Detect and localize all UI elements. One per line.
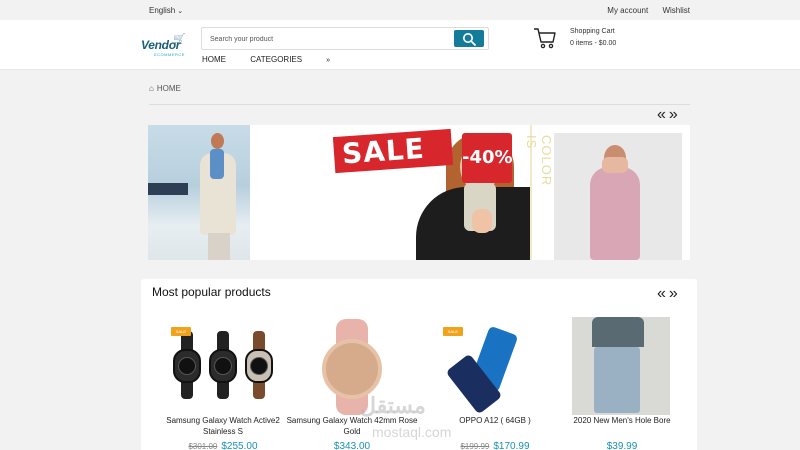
watch-case (322, 339, 382, 399)
breadcrumb: ⌂ HOME (149, 84, 181, 93)
product-image[interactable]: SALE (163, 317, 273, 415)
model-legs (208, 233, 230, 260)
wishlist-link[interactable]: Wishlist (662, 6, 690, 15)
price: $170.99 (493, 441, 530, 450)
product-price-row: $39.99 (552, 441, 692, 450)
price: $39.99 (606, 441, 638, 450)
model-scarf (210, 149, 224, 179)
search-icon (463, 33, 476, 46)
cart-summary[interactable]: 0 items - $0.00 (570, 40, 616, 47)
banner-sign (148, 183, 188, 195)
banner-sale-panel: SALE -40% (250, 125, 592, 260)
product-name[interactable]: 2020 New Men's Hole Bore (552, 415, 692, 426)
main-nav: HOME CATEGORIES » (202, 55, 374, 64)
logo-cart-icon: 🛒 (173, 34, 186, 45)
product-image[interactable]: SALE (435, 317, 545, 415)
section-title: Most popular products (152, 285, 271, 299)
products-next-button[interactable]: » (669, 285, 681, 302)
model-pink-coat (590, 167, 640, 260)
watch-face (173, 349, 201, 383)
chevron-right-icon: » (326, 57, 330, 64)
nav-categories[interactable]: CATEGORIES » (250, 55, 352, 64)
product-price-row: $199.99 $170.99 (425, 441, 565, 450)
banner-prev-button[interactable]: « (657, 106, 669, 123)
watch-dial (250, 357, 268, 375)
discount-badge: -40% (462, 133, 513, 183)
language-selector[interactable]: English ⌄ (149, 6, 183, 15)
logo[interactable]: Vendor 🛒 ECOMMERCE (141, 34, 186, 58)
search-input[interactable] (210, 32, 450, 46)
sale-badge: SALE (443, 327, 463, 336)
product-image[interactable] (572, 317, 670, 415)
shirt (592, 317, 644, 347)
search-button[interactable] (454, 30, 484, 47)
banner-side-text: COLOR IS (524, 135, 554, 187)
promo-banner[interactable]: SALE -40% COLOR IS (148, 125, 690, 260)
sale-badge: SALE (171, 327, 191, 336)
watch-face (245, 349, 273, 383)
price: $255.00 (221, 441, 258, 450)
top-bar: English ⌄ My account Wishlist (0, 0, 800, 20)
site-header: Vendor 🛒 ECOMMERCE HOME CATEGORIES » Shop… (0, 20, 800, 70)
model-hand (472, 209, 492, 233)
model-hands (602, 157, 628, 173)
cart-icon[interactable] (533, 27, 557, 49)
products-slider-nav: «» (657, 286, 681, 302)
sale-text: SALE (332, 128, 454, 174)
watermark-url: mostaql.com (372, 424, 452, 440)
chevron-down-icon: ⌄ (177, 8, 184, 15)
model-head (211, 133, 224, 149)
watch-face (209, 349, 237, 383)
breadcrumb-home[interactable]: HOME (157, 84, 181, 93)
logo-tagline: ECOMMERCE (154, 52, 185, 57)
nav-categories-label: CATEGORIES (250, 55, 303, 64)
my-account-link[interactable]: My account (607, 6, 648, 15)
product-price-row: $343.00 (282, 441, 422, 450)
banner-next-button[interactable]: » (669, 106, 681, 123)
products-prev-button[interactable]: « (657, 285, 669, 302)
watch-dial (178, 357, 196, 375)
divider (149, 104, 690, 105)
product-card[interactable]: SALE Samsung Galaxy Watch Active2 Stainl… (153, 317, 293, 450)
home-icon[interactable]: ⌂ (149, 84, 154, 93)
old-price: $199.99 (460, 442, 490, 450)
old-price: $301.00 (188, 442, 218, 450)
product-price-row: $301.00 $255.00 (153, 441, 293, 450)
watch-dial (214, 357, 232, 375)
watermark-arabic: مستقل (360, 393, 426, 418)
nav-home[interactable]: HOME (202, 55, 226, 64)
banner-photo-right: COLOR IS (524, 125, 690, 260)
jeans (594, 347, 640, 413)
product-name[interactable]: Samsung Galaxy Watch Active2 Stainless S (153, 415, 293, 437)
search-bar (201, 27, 489, 50)
cart-title[interactable]: Shopping Cart (570, 28, 615, 35)
language-label: English (149, 6, 176, 15)
banner-model-photo (554, 133, 682, 260)
banner-slider-nav: «» (657, 107, 681, 123)
price: $343.00 (333, 441, 371, 450)
banner-photo-left (148, 125, 250, 260)
product-card[interactable]: 2020 New Men's Hole Bore $39.99 (552, 317, 692, 450)
top-links: My account Wishlist (595, 6, 690, 15)
